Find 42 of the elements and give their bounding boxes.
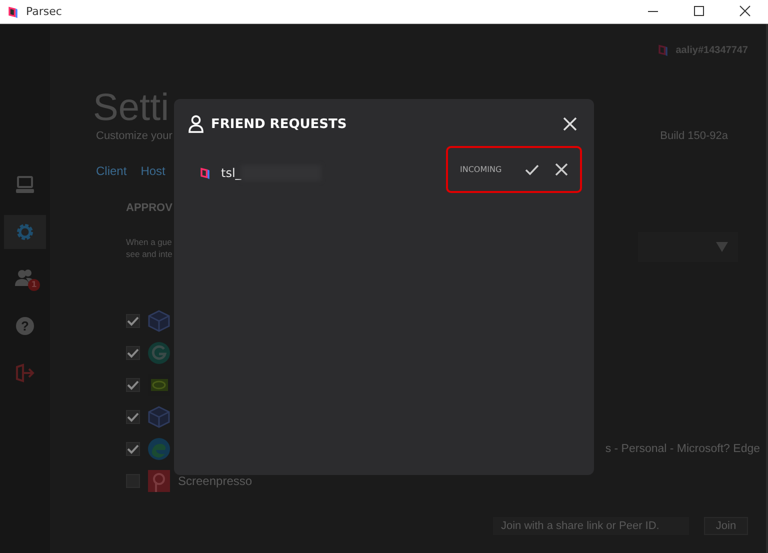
close-icon[interactable] (563, 117, 577, 131)
settings-icon (14, 221, 36, 243)
dropdown-arrow-icon (716, 242, 728, 252)
checkbox[interactable] (126, 378, 140, 392)
checkmark-icon (127, 412, 139, 422)
checkmark-icon (127, 380, 139, 390)
request-status: INCOMING (460, 165, 502, 174)
computer-icon (14, 174, 36, 196)
person-icon (188, 115, 204, 133)
checkmark-icon (127, 316, 139, 326)
app-name: s - Personal - Microsoft? Edge (605, 443, 760, 455)
page-subtitle: Customize your (96, 130, 172, 142)
question-mark: ? (21, 320, 29, 332)
tab[interactable]: Host (140, 164, 166, 178)
logout-icon (14, 362, 36, 384)
decline-icon[interactable] (555, 163, 568, 176)
accept-icon[interactable] (525, 164, 539, 176)
window-title: Parsec (26, 5, 62, 18)
letter-p-icon (148, 470, 170, 492)
app-name: Screenpresso (178, 474, 252, 488)
cube-icon (148, 406, 170, 428)
build-label: Build 150-92a (660, 130, 728, 142)
dialog-title: FRIEND REQUESTS (211, 116, 347, 132)
description-text: see and inte (126, 248, 172, 260)
description-text: When a gue (126, 236, 172, 248)
join-button[interactable]: Join (704, 517, 748, 535)
cube-icon (148, 310, 170, 332)
checkbox[interactable] (126, 346, 140, 360)
user-avatar-icon (656, 42, 670, 58)
checkbox[interactable] (126, 314, 140, 328)
letter-g-icon (148, 342, 170, 364)
friend-name: tsl_ (221, 166, 242, 180)
checkbox[interactable] (126, 410, 140, 424)
section-heading: APPROV (126, 202, 172, 214)
tab[interactable]: Client (96, 164, 127, 178)
checkmark-icon (127, 348, 139, 358)
checkbox[interactable] (126, 442, 140, 456)
swirl-logo-icon (148, 438, 170, 460)
peer-id-field[interactable]: Join with a share link or Peer ID. (493, 517, 689, 535)
checkmark-icon (127, 444, 139, 454)
nav-item[interactable]: ? (10, 315, 40, 337)
help-icon (14, 315, 36, 337)
